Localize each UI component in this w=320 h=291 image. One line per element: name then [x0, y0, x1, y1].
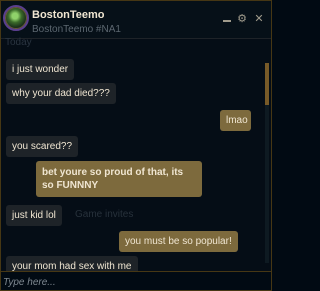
message-bubble: bet youre so proud of that, its so FUNNN…: [36, 161, 202, 197]
friend-name: BostonTeemo: [32, 9, 105, 21]
minimize-icon[interactable]: [220, 11, 234, 27]
scrollbar[interactable]: [265, 63, 269, 263]
message-bubble: lmao: [220, 110, 251, 131]
chat-header: BostonTeemo BostonTeemo #NA1 ⚙ ✕: [1, 1, 271, 39]
chat-input[interactable]: [3, 274, 265, 290]
friend-riot-id: BostonTeemo #NA1: [32, 24, 121, 35]
message-bubble: why your dad died???: [6, 83, 116, 104]
message-bubble: you scared??: [6, 136, 79, 157]
game-invites-divider: Game invites: [75, 209, 134, 220]
message-bubble: just kid lol: [6, 205, 62, 226]
gear-icon[interactable]: ⚙: [235, 11, 249, 27]
scroll-thumb[interactable]: [265, 63, 269, 105]
avatar[interactable]: [5, 7, 27, 29]
message-bubble: you must be so popular!: [119, 231, 238, 252]
chat-window: BostonTeemo BostonTeemo #NA1 ⚙ ✕ Today i…: [0, 0, 272, 291]
close-icon[interactable]: ✕: [252, 11, 266, 27]
message-list: i just wonder why your dad died??? lmao …: [1, 40, 265, 277]
message-bubble: i just wonder: [6, 59, 75, 80]
chat-input-row: [1, 271, 271, 290]
